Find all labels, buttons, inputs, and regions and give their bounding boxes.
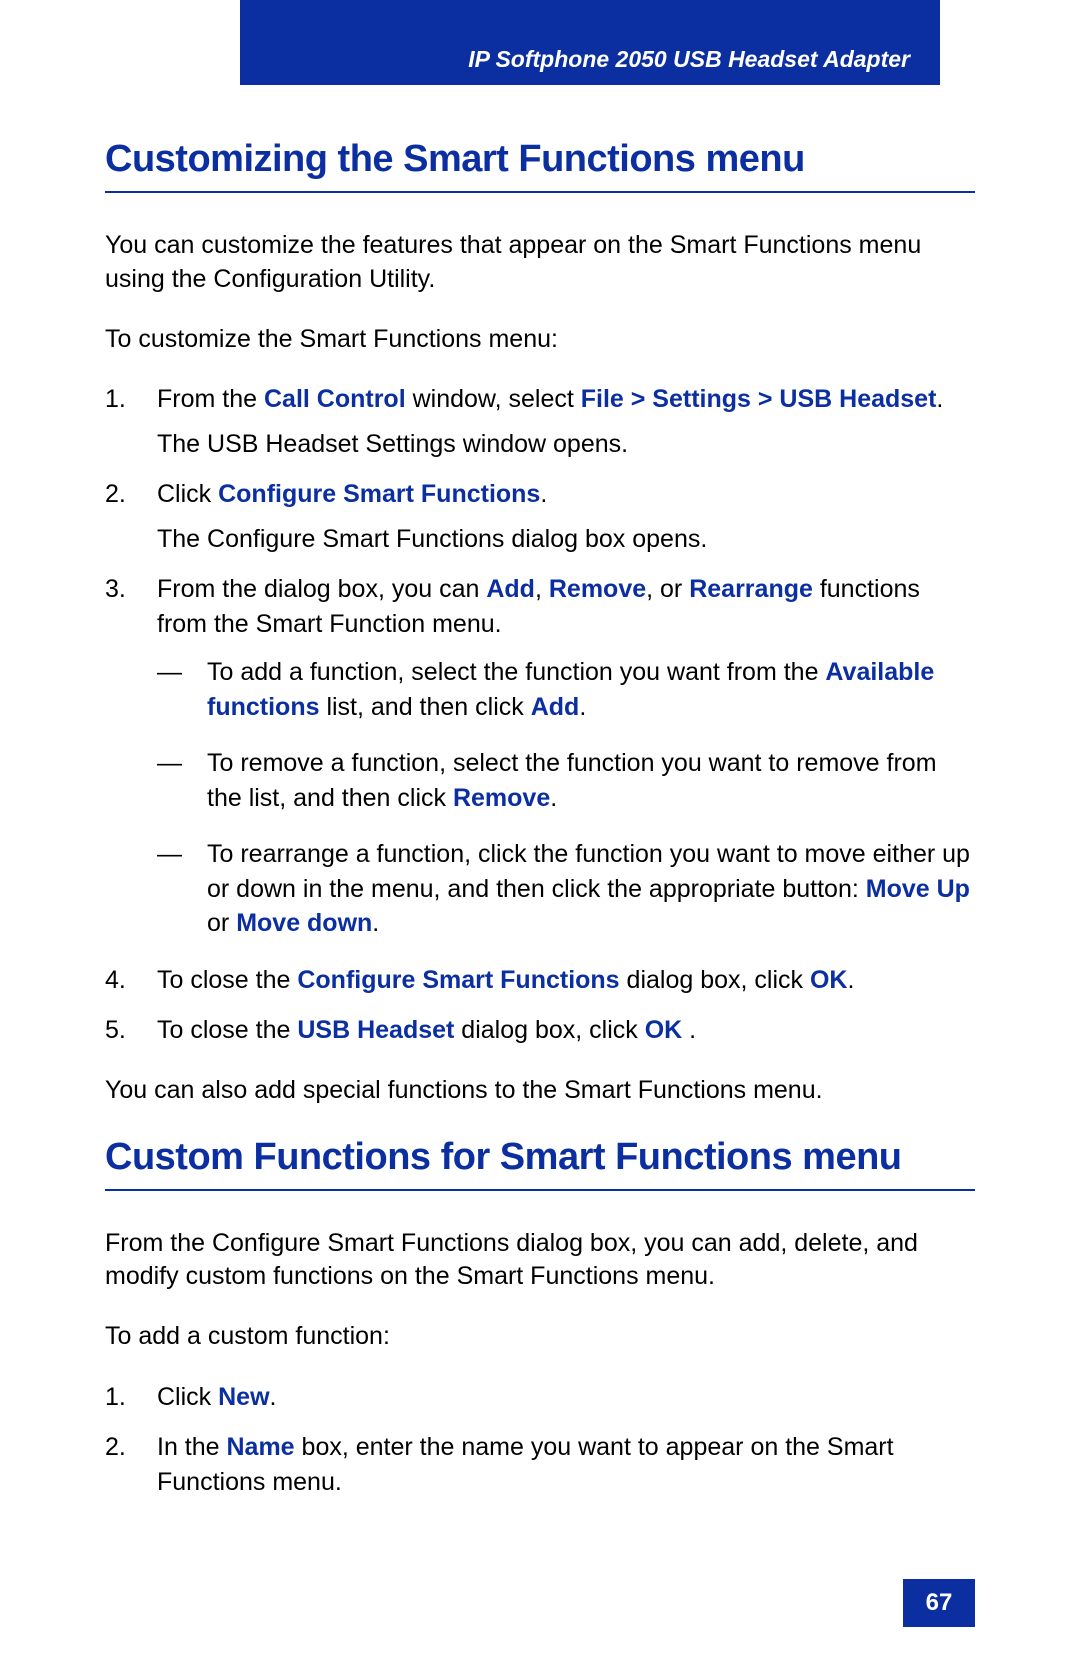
section2-lead: To add a custom function: [105,1320,975,1354]
intro-paragraph: You can customize the features that appe… [105,229,975,297]
section2-intro: From the Configure Smart Functions dialo… [105,1227,975,1295]
s2-step-2: In the Name box, enter the name you want… [105,1430,975,1499]
section-heading-custom-functions: Custom Functions for Smart Functions men… [105,1136,975,1191]
ui-term: USB Headset [297,1016,454,1044]
text: From the dialog box, you can [157,575,486,603]
ui-term: Configure Smart Functions [218,480,540,508]
dash-item-add: To add a function, select the function y… [157,655,975,724]
sub-dash-list: To add a function, select the function y… [157,655,975,941]
header-title: IP Softphone 2050 USB Headset Adapter [468,46,910,73]
step-1: From the Call Control window, select Fil… [105,382,975,461]
text: To remove a function, select the functio… [207,749,937,812]
step-2-sub: The Configure Smart Functions dialog box… [157,522,975,557]
ui-term: Move Up [866,875,970,903]
text: . [540,480,547,508]
text: To close the [157,966,297,994]
ui-term: OK [810,966,848,994]
ui-term: Name [227,1433,295,1461]
text: Click [157,1383,218,1411]
text: Click [157,480,218,508]
header-band: IP Softphone 2050 USB Headset Adapter [240,0,940,85]
step-2: Click Configure Smart Functions. The Con… [105,477,975,556]
ui-term: OK [645,1016,683,1044]
ui-term: Rearrange [689,575,813,603]
ui-term: Add [531,693,580,721]
text: . [550,784,557,812]
text: . [579,693,586,721]
text: dialog box, click [620,966,810,994]
ui-term: Remove [549,575,646,603]
text: . [936,385,943,413]
text: To rearrange a function, click the funct… [207,840,970,903]
text: . [372,909,379,937]
page-number-box: 67 [903,1579,975,1627]
text: , [535,575,549,603]
text: To add a function, select the function y… [207,658,825,686]
ui-term: Configure Smart Functions [297,966,619,994]
text: , or [646,575,689,603]
text: . [270,1383,277,1411]
text: list, and then click [320,693,531,721]
section2-steps: Click New. In the Name box, enter the na… [105,1380,975,1500]
s2-step-1: Click New. [105,1380,975,1415]
ui-term: Move down [236,909,372,937]
step-3: From the dialog box, you can Add, Remove… [105,572,975,941]
ui-term: Call Control [264,385,406,413]
text: . [682,1016,696,1044]
section-heading-customizing: Customizing the Smart Functions menu [105,138,975,193]
text: window, select [406,385,581,413]
ui-term: New [218,1383,269,1411]
dash-item-remove: To remove a function, select the functio… [157,746,975,815]
text: dialog box, click [454,1016,644,1044]
step-5: To close the USB Headset dialog box, cli… [105,1013,975,1048]
text: . [847,966,854,994]
steps-list: From the Call Control window, select Fil… [105,382,975,1048]
text: or [207,909,236,937]
ui-term: Add [486,575,535,603]
step-4: To close the Configure Smart Functions d… [105,963,975,998]
page-number: 67 [926,1589,953,1617]
ui-term: File > Settings > USB Headset [581,385,937,413]
text: To close the [157,1016,297,1044]
ui-term: Remove [453,784,550,812]
text: From the [157,385,264,413]
text: In the [157,1433,227,1461]
dash-item-rearrange: To rearrange a function, click the funct… [157,837,975,941]
step-1-sub: The USB Headset Settings window opens. [157,427,975,462]
closing-paragraph: You can also add special functions to th… [105,1074,975,1108]
page-content: Customizing the Smart Functions menu You… [105,110,975,1515]
lead-paragraph: To customize the Smart Functions menu: [105,323,975,357]
